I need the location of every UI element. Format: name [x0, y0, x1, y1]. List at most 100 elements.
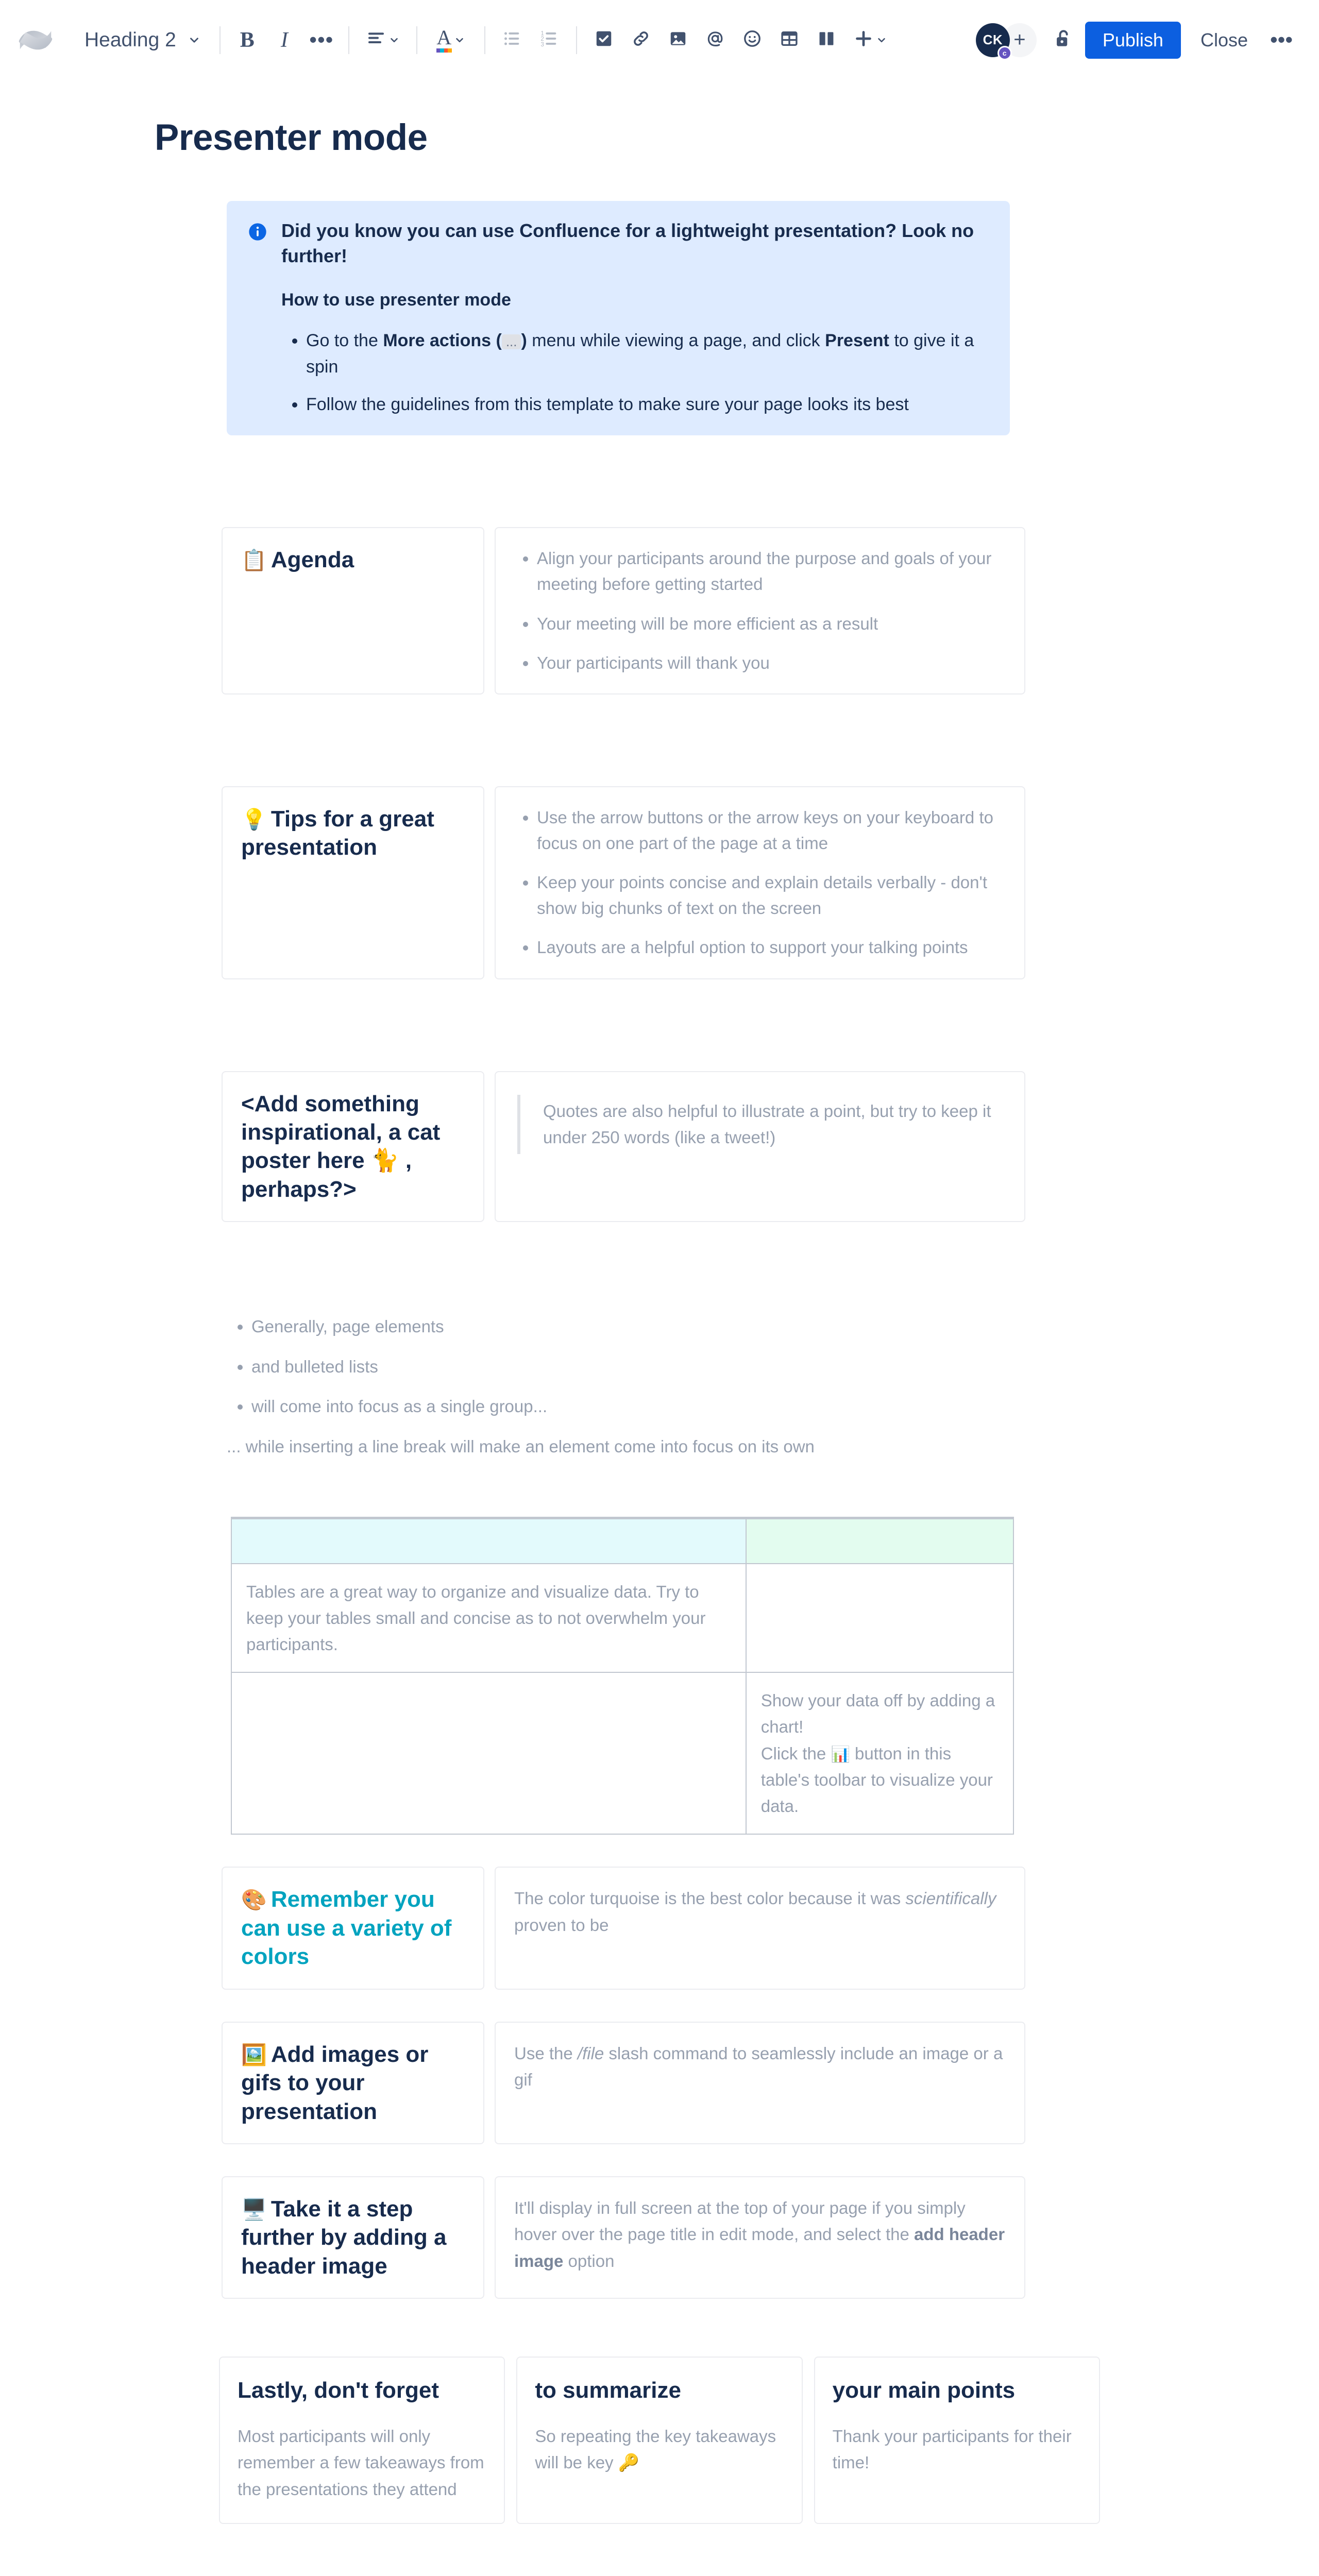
table-row: Tables are a great way to organize and v…	[231, 1563, 1014, 1673]
avatar-initials: CK	[983, 32, 1003, 47]
document-content: Presenter mode Did you know you can use …	[0, 117, 1319, 2576]
summary-column-1[interactable]: Lastly, don't forget Most participants w…	[219, 2357, 505, 2524]
section-quote-body-column[interactable]: Quotes are also helpful to illustrate a …	[495, 1071, 1025, 1223]
numbered-list-button[interactable]: 1 2 3	[531, 22, 568, 59]
chevron-down-icon	[388, 35, 400, 46]
page-title[interactable]: Presenter mode	[155, 117, 1319, 159]
summary-columns: Lastly, don't forget Most participants w…	[131, 2357, 1188, 2524]
presence-badge-icon: c	[997, 45, 1012, 60]
list-item: Your meeting will be more efficient as a…	[537, 611, 1006, 637]
info-panel-subtitle: How to use presenter mode	[281, 290, 511, 310]
table-cell-empty[interactable]	[231, 1672, 747, 1835]
section-tips: 💡Tips for a great presentation Use the a…	[222, 786, 1025, 979]
close-button[interactable]: Close	[1186, 22, 1262, 59]
data-table-wrapper[interactable]: Tables are a great way to organize and v…	[231, 1517, 1014, 1835]
confluence-logo-icon[interactable]	[15, 20, 56, 60]
focus-behaviour-list: Generally, page elements and bulleted li…	[227, 1314, 1010, 1419]
section-quote-heading-column[interactable]: <Add something inspirational, a cat post…	[222, 1071, 484, 1223]
list-item: Keep your points concise and explain det…	[537, 870, 1006, 921]
italic-button[interactable]: I	[266, 22, 303, 59]
bullet-bold-present: Present	[825, 331, 889, 351]
bold-button[interactable]: B	[229, 22, 266, 59]
section-tips-body-column[interactable]: Use the arrow buttons or the arrow keys …	[495, 786, 1025, 979]
toolbar-divider	[576, 26, 577, 54]
task-button[interactable]	[585, 22, 622, 59]
chevron-down-icon	[188, 33, 201, 47]
section-colors-heading-column[interactable]: 🎨 Remember you can use a variety of color…	[222, 1867, 484, 1990]
restrictions-button[interactable]	[1045, 22, 1081, 58]
bullet-bold-more-actions: More actions (	[383, 331, 502, 351]
toolbar-divider	[348, 26, 349, 54]
section-tips-heading-column[interactable]: 💡 Tips for a great presentation	[222, 786, 484, 979]
summary-column-2[interactable]: to summarize So repeating the key takeaw…	[516, 2357, 803, 2524]
toolbar-divider	[219, 26, 221, 54]
summary-body: So repeating the key takeaways will be k…	[535, 2427, 776, 2472]
task-checkbox-icon	[594, 29, 614, 51]
info-panel-list: Go to the More actions (...) menu while …	[281, 328, 987, 418]
info-panel: Did you know you can use Confluence for …	[227, 201, 1010, 436]
tips-list: Use the arrow buttons or the arrow keys …	[514, 805, 1006, 961]
text-style-dropdown[interactable]: Heading 2	[73, 20, 211, 60]
chevron-down-icon	[876, 35, 887, 46]
bullet-mid: menu while viewing a page, and click	[527, 331, 825, 351]
more-formatting-button[interactable]: •••	[303, 22, 340, 59]
bullet-list-button[interactable]	[494, 22, 531, 59]
list-item: Layouts are a helpful option to support …	[537, 935, 1006, 960]
summary-heading: to summarize	[535, 2378, 681, 2403]
images-body-pre: Use the	[514, 2043, 578, 2063]
images-body-italic: /file	[577, 2043, 604, 2063]
image-icon	[668, 29, 688, 51]
section-colors-heading: 🎨 Remember you can use a variety of color…	[241, 1885, 465, 1971]
header-image-body-post: option	[563, 2251, 615, 2270]
section-agenda-heading: 📋 Agenda	[241, 546, 465, 574]
section-agenda-heading-column[interactable]: 📋 Agenda	[222, 527, 484, 694]
section-agenda: 📋Agenda Align your participants around t…	[222, 527, 1025, 694]
lightbulb-icon: 💡	[241, 808, 267, 831]
svg-text:3: 3	[540, 41, 544, 48]
more-actions-button[interactable]: •••	[1262, 22, 1300, 59]
colors-body-italic: scientifically	[905, 1889, 996, 1908]
images-body: Use the /file slash command to seamlessl…	[514, 2040, 1006, 2093]
section-images-heading-column[interactable]: 🖼️ Add images or gifs to your presentatio…	[222, 2021, 484, 2144]
colors-body: The color turquoise is the best color be…	[514, 1885, 1006, 1938]
table-header-cell-cyan[interactable]	[231, 1517, 747, 1564]
info-panel-title: Did you know you can use Confluence for …	[281, 220, 974, 266]
table-cell-empty[interactable]	[745, 1563, 1014, 1673]
mention-button[interactable]	[697, 22, 734, 59]
publish-button[interactable]: Publish	[1085, 21, 1181, 59]
editor-toolbar: Heading 2 B I ••• A 1 2 3 CK c + Publish…	[0, 0, 1319, 80]
section-quote: <Add something inspirational, a cat post…	[222, 1071, 1025, 1223]
link-button[interactable]	[622, 22, 660, 59]
heading-text: Remember you can use a variety of colors	[241, 1887, 452, 1970]
layout-button[interactable]	[808, 22, 845, 59]
section-images: 🖼️ Add images or gifs to your presentatio…	[222, 2021, 1025, 2144]
more-actions-dots-icon: ...	[501, 334, 521, 349]
image-button[interactable]	[660, 22, 697, 59]
list-item: Go to the More actions (...) menu while …	[306, 328, 987, 380]
section-header-image-heading-column[interactable]: 🖥️ Take it a step further by adding a hea…	[222, 2176, 484, 2299]
toolbar-divider	[484, 26, 485, 54]
text-color-button[interactable]: A	[426, 22, 476, 59]
numbered-list-icon: 1 2 3	[539, 28, 560, 52]
summary-column-3[interactable]: your main points Thank your participants…	[814, 2357, 1100, 2524]
emoji-button[interactable]	[734, 22, 771, 59]
text-align-button[interactable]	[358, 22, 408, 59]
text-style-label: Heading 2	[84, 28, 176, 51]
section-agenda-body-column[interactable]: Align your participants around the purpo…	[495, 527, 1025, 694]
table-cell-tables-text[interactable]: Tables are a great way to organize and v…	[231, 1563, 747, 1673]
section-tips-heading: 💡 Tips for a great presentation	[241, 805, 465, 862]
insert-button[interactable]	[845, 22, 895, 59]
table-cell-chart-text[interactable]: Show your data off by adding a chart! Cl…	[745, 1672, 1014, 1835]
summary-heading: Lastly, don't forget	[238, 2378, 439, 2403]
section-colors-body-column[interactable]: The color turquoise is the best color be…	[495, 1867, 1025, 1990]
bold-label: B	[240, 28, 255, 52]
agenda-list: Align your participants around the purpo…	[514, 546, 1006, 676]
table-button[interactable]	[771, 22, 808, 59]
table-header-cell-green[interactable]	[745, 1517, 1014, 1564]
section-images-body-column[interactable]: Use the /file slash command to seamlessl…	[495, 2021, 1025, 2144]
plus-icon	[853, 28, 874, 52]
avatar[interactable]: CK c	[975, 23, 1012, 60]
section-header-image-body-column[interactable]: It'll display in full screen at the top …	[495, 2176, 1025, 2299]
colors-body-post: proven to be	[514, 1915, 609, 1935]
list-item: Generally, page elements	[251, 1314, 1010, 1340]
